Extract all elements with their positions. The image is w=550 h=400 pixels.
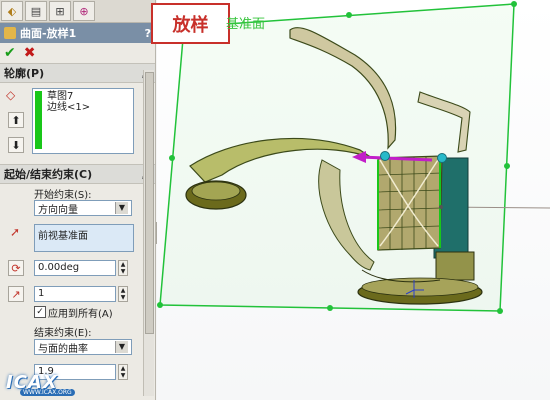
tangent-length-field[interactable]: 1: [34, 286, 116, 302]
draft-angle-value: 0.00deg: [38, 262, 80, 273]
feature-title: 曲面-放样1: [20, 27, 77, 40]
handle-point[interactable]: [439, 205, 443, 209]
config-icon: ⊞: [55, 4, 65, 18]
end-constraint-label: 结束约束(E):: [34, 328, 92, 339]
base-plate-top: [361, 277, 479, 297]
base-collar[interactable]: [435, 251, 475, 281]
tree-icon: ⬖: [7, 4, 17, 18]
direction-arrow-icon: ➚: [10, 225, 21, 239]
profiles-list[interactable]: 草图7 边线<1>: [32, 88, 134, 154]
list-item[interactable]: 边线<1>: [47, 102, 90, 113]
ok-cancel-row: ✔ ✖: [0, 43, 155, 63]
feature-title-bar: 曲面-放样1 ?: [0, 23, 155, 43]
profiles-header-label: 轮廓(P): [4, 67, 45, 80]
end-tangent-spinner[interactable]: ▲ ▼: [118, 364, 128, 380]
start-constraint-label: 开始约束(S):: [34, 190, 92, 201]
move-up-button[interactable]: ⬆: [8, 112, 24, 128]
ok-button[interactable]: ✔: [4, 45, 16, 61]
tangent-icon: ↗: [11, 287, 21, 301]
plane-label: 基准面: [226, 17, 266, 32]
constraints-section-header[interactable]: 起始/结束约束(C) ︽: [0, 164, 155, 184]
rotate-icon: ⟳: [11, 261, 21, 275]
end-constraint-select[interactable]: 与面的曲率 ▼: [34, 339, 132, 355]
scrollbar-thumb[interactable]: [145, 72, 154, 334]
tangent-length-button[interactable]: ↗: [8, 286, 24, 302]
direction-vector-value: 前视基准面: [38, 231, 88, 242]
reverse-direction-button[interactable]: ⟳: [8, 260, 24, 276]
apply-all-checkbox[interactable]: ✓: [34, 306, 46, 318]
featuremanager-tab[interactable]: ⬖: [1, 1, 23, 21]
start-constraint-select[interactable]: 方向向量 ▼: [34, 200, 132, 216]
loft-callout: 放样: [151, 3, 230, 44]
start-constraint-value: 方向向量: [38, 204, 78, 216]
move-down-button[interactable]: ⬇: [8, 137, 24, 153]
dropdown-arrow-icon: ▼: [115, 202, 128, 214]
arrow-down-icon: ⬇: [11, 138, 21, 152]
graphics-viewport[interactable]: [157, 0, 550, 400]
tangent-length-spinner[interactable]: ▲ ▼: [118, 286, 128, 302]
draft-angle-field[interactable]: 0.00deg: [34, 260, 116, 276]
draft-angle-spinner[interactable]: ▲ ▼: [118, 260, 128, 276]
watermark-url: WWW.ICAX.ORG: [20, 389, 75, 396]
profile-sketch-icon: ◇: [6, 88, 16, 102]
profile-color-strip: [35, 91, 42, 149]
end-constraint-value: 与面的曲率: [38, 343, 88, 355]
panel-scrollbar[interactable]: [143, 70, 154, 396]
properties-icon: ▤: [30, 4, 42, 18]
manager-tabs: ⬖ ▤ ⊞ ⊕: [0, 0, 155, 23]
loft-surface-icon: [4, 27, 16, 39]
list-item[interactable]: 草图7: [47, 91, 73, 102]
direction-vector-field[interactable]: 前视基准面: [34, 224, 134, 252]
crosshair-icon: ⊕: [79, 4, 89, 18]
profiles-section-header[interactable]: 轮廓(P) ︽: [0, 63, 155, 83]
tangent-length-value: 1: [38, 288, 45, 299]
constraints-header-label: 起始/结束约束(C): [4, 168, 93, 181]
cancel-button[interactable]: ✖: [24, 45, 36, 61]
dropdown-arrow-icon: ▼: [115, 341, 128, 353]
apply-all-label: 应用到所有(A): [48, 309, 113, 320]
propertymanager-tab[interactable]: ▤: [25, 1, 47, 21]
arrow-up-icon: ⬆: [11, 113, 21, 127]
dimxpert-tab[interactable]: ⊕: [73, 1, 95, 21]
property-manager: ⬖ ▤ ⊞ ⊕ 曲面-放样1 ? ✔ ✖ 轮廓(P) ︽ ◇ ⬆ ⬇ 草图7 边…: [0, 0, 156, 400]
spout-tip-face: [191, 181, 241, 201]
model-canvas[interactable]: [157, 0, 550, 400]
configuration-tab[interactable]: ⊞: [49, 1, 71, 21]
